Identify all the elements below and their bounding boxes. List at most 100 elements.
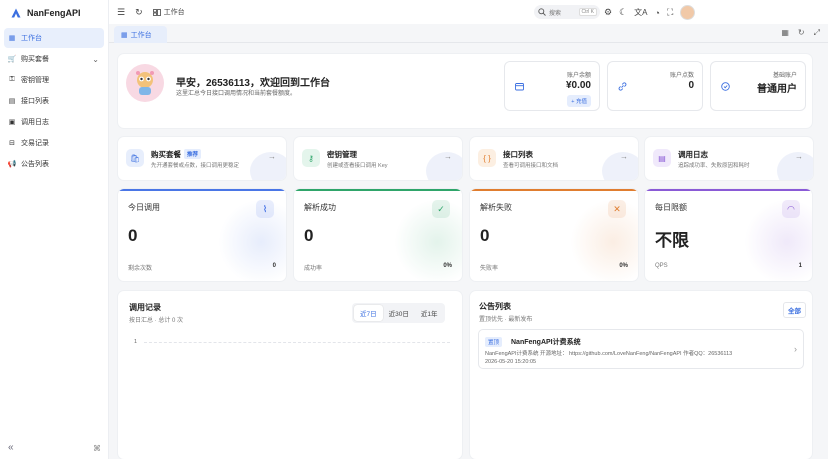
quick-card-title: 密钥管理 xyxy=(327,149,357,160)
quick-card-title: 调用日志 xyxy=(678,149,708,160)
call-records-subtitle: 按日汇总 · 总计 0 次 xyxy=(129,318,184,324)
account-label: 基础账户 xyxy=(772,73,797,79)
quick-card-desc: 创建或查看接口调用 Key xyxy=(327,163,388,169)
translate-icon[interactable]: 文A xyxy=(634,7,647,18)
recharge-button[interactable]: + 充值 xyxy=(567,95,591,107)
clipboard-icon: ▤ xyxy=(653,149,671,167)
range-option-1[interactable]: 近30日 xyxy=(383,305,415,321)
arrow-right-icon: → xyxy=(795,152,803,161)
metric-foot-value: 0% xyxy=(619,263,628,269)
moon-icon[interactable]: ☾ xyxy=(619,7,627,18)
sidebar-item-label: 交易记录 xyxy=(21,140,49,147)
all-notices-button[interactable]: 全部 xyxy=(783,302,806,318)
recommend-badge: 推荐 xyxy=(184,149,202,159)
range-option-0[interactable]: 近7日 xyxy=(354,305,383,321)
notice-time: 2026-05-20 15:20:05 xyxy=(485,359,537,365)
accent-bar xyxy=(470,189,638,191)
sidebar-item-1[interactable]: 🛒 购买套餐 ⌄ xyxy=(4,49,104,69)
quick-card-desc: 查看可调用接口和文档 xyxy=(503,163,559,169)
app-logo[interactable]: NanFengAPI xyxy=(0,0,108,26)
log-icon: ▣ xyxy=(8,119,16,126)
settings-icon[interactable]: ⚙ xyxy=(604,7,612,18)
breadcrumb-label: 工作台 xyxy=(163,9,185,16)
metric-value: 0 xyxy=(128,226,138,245)
metric-title: 解析失败 xyxy=(480,203,512,212)
reload-icon[interactable]: ↻ xyxy=(798,28,805,38)
list-icon: ▤ xyxy=(8,98,16,105)
call-records-title: 调用记录 xyxy=(129,303,161,312)
balance-value: ¥0.00 xyxy=(565,80,591,91)
sidebar-item-label: 工作台 xyxy=(21,35,42,42)
fullscreen-icon[interactable]: ⛶ xyxy=(667,7,673,18)
dashboard-icon: ▦ xyxy=(8,35,16,42)
dashboard-icon: ▦ xyxy=(121,31,128,39)
points-value: 0 xyxy=(688,80,694,91)
logo-icon xyxy=(11,8,21,18)
top-actions: ⚙ ☾ 文A ◔ ⛶ xyxy=(604,5,696,20)
points-stat: 账户点数 0 xyxy=(607,61,703,111)
search-shortcut: Ctrl K xyxy=(578,8,597,16)
megaphone-icon: 📢 xyxy=(7,161,17,168)
range-option-2[interactable]: 近1年 xyxy=(415,305,444,321)
accent-bar xyxy=(294,189,462,191)
quick-card-0[interactable]: 🛍 购买套餐 推荐 先开通套餐或点数，接口调用更稳定 → xyxy=(118,137,286,180)
user-avatar[interactable] xyxy=(680,5,696,20)
theme-icon[interactable]: ◔ xyxy=(655,8,660,18)
metric-foot-value: 0 xyxy=(272,263,276,269)
quick-card-2[interactable]: { } 接口列表 查看可调用接口和文档 → xyxy=(470,137,638,180)
quick-card-3[interactable]: ▤ 调用日志 追踪成功率、失败原因和耗时 → xyxy=(645,137,813,180)
quick-card-title-text: 密钥管理 xyxy=(327,150,357,159)
pinned-badge: 置顶 xyxy=(485,337,503,347)
sidebar-item-2[interactable]: ⚿ 密钥管理 xyxy=(4,70,104,90)
metric-foot-label: 失败率 xyxy=(480,266,499,272)
mascot-icon xyxy=(136,71,154,95)
sidebar-item-label: 调用日志 xyxy=(21,119,49,126)
activity-icon: ⌇ xyxy=(256,200,274,218)
metric-foot-value: 0% xyxy=(443,263,452,269)
key-icon: ⚿ xyxy=(9,76,15,83)
sidebar-item-3[interactable]: ▤ 接口列表 xyxy=(4,91,104,111)
search-box[interactable]: 搜索 Ctrl K xyxy=(534,5,600,19)
balance-label: 账户余额 xyxy=(566,73,591,79)
arrow-right-icon: → xyxy=(268,152,276,161)
receipt-icon: ⊟ xyxy=(9,140,15,147)
tab-dashboard[interactable]: ▦ 工作台 xyxy=(114,26,167,43)
chevron-right-icon: › xyxy=(794,344,797,354)
quick-card-title: 接口列表 xyxy=(503,149,533,160)
metric-foot-label: QPS xyxy=(655,263,668,269)
app-name: NanFengAPI xyxy=(27,8,81,18)
refresh-icon[interactable]: ↻ xyxy=(135,7,143,18)
user-circle-icon xyxy=(721,82,730,91)
sidebar-item-0[interactable]: ▦ 工作台 xyxy=(4,28,104,48)
range-selector: 近7日 近30日 近1年 xyxy=(352,303,446,323)
call-records-card: 调用记录 按日汇总 · 总计 0 次 近7日 近30日 近1年 1 xyxy=(118,291,462,459)
expand-icon[interactable]: ⤢ xyxy=(814,28,820,38)
wallet-icon xyxy=(515,83,524,91)
metric-title: 今日调用 xyxy=(128,203,160,212)
metric-value: 0 xyxy=(480,226,490,245)
account-stat: 基础账户 普通用户 xyxy=(710,61,806,111)
notice-title: NanFengAPI计费系统 xyxy=(511,339,581,346)
breadcrumb: 工作台 xyxy=(152,7,185,17)
metric-card-3: 每日限额 ◠ 不限 QPS 1 xyxy=(645,189,812,281)
metric-foot-value: 1 xyxy=(798,263,802,269)
sidebar-item-6[interactable]: 📢 公告列表 xyxy=(4,154,104,174)
key-icon: ⚷ xyxy=(302,149,320,167)
search-icon xyxy=(538,8,546,16)
pin-icon[interactable]: ⌘ xyxy=(93,444,101,453)
sidebar-item-5[interactable]: ⊟ 交易记录 xyxy=(4,133,104,153)
accent-bar xyxy=(645,189,812,191)
quick-card-1[interactable]: ⚷ 密钥管理 创建或查看接口调用 Key → xyxy=(294,137,462,180)
sidebar-item-4[interactable]: ▣ 调用日志 xyxy=(4,112,104,132)
welcome-title: 早安，26536113，欢迎回到工作台 xyxy=(176,78,330,89)
collapse-sidebar-button[interactable]: « xyxy=(8,442,14,453)
notice-item[interactable]: 置顶 NanFengAPI计费系统 NanFengAPI计费系统 开源地址： h… xyxy=(478,329,804,369)
menu-toggle-icon[interactable]: ☰ xyxy=(117,7,125,18)
welcome-subtitle: 这里汇总今日接口调用情况和当前套餐额度。 xyxy=(176,91,297,97)
cart-icon: 🛒 xyxy=(7,56,17,63)
y-axis-tick: 1 xyxy=(134,339,138,345)
metric-card-0: 今日调用 ⌇ 0 剩余次数 0 xyxy=(118,189,286,281)
gauge-icon: ◠ xyxy=(782,200,800,218)
notices-title: 公告列表 xyxy=(479,302,511,311)
grid-icon[interactable]: ▦ xyxy=(781,28,789,38)
